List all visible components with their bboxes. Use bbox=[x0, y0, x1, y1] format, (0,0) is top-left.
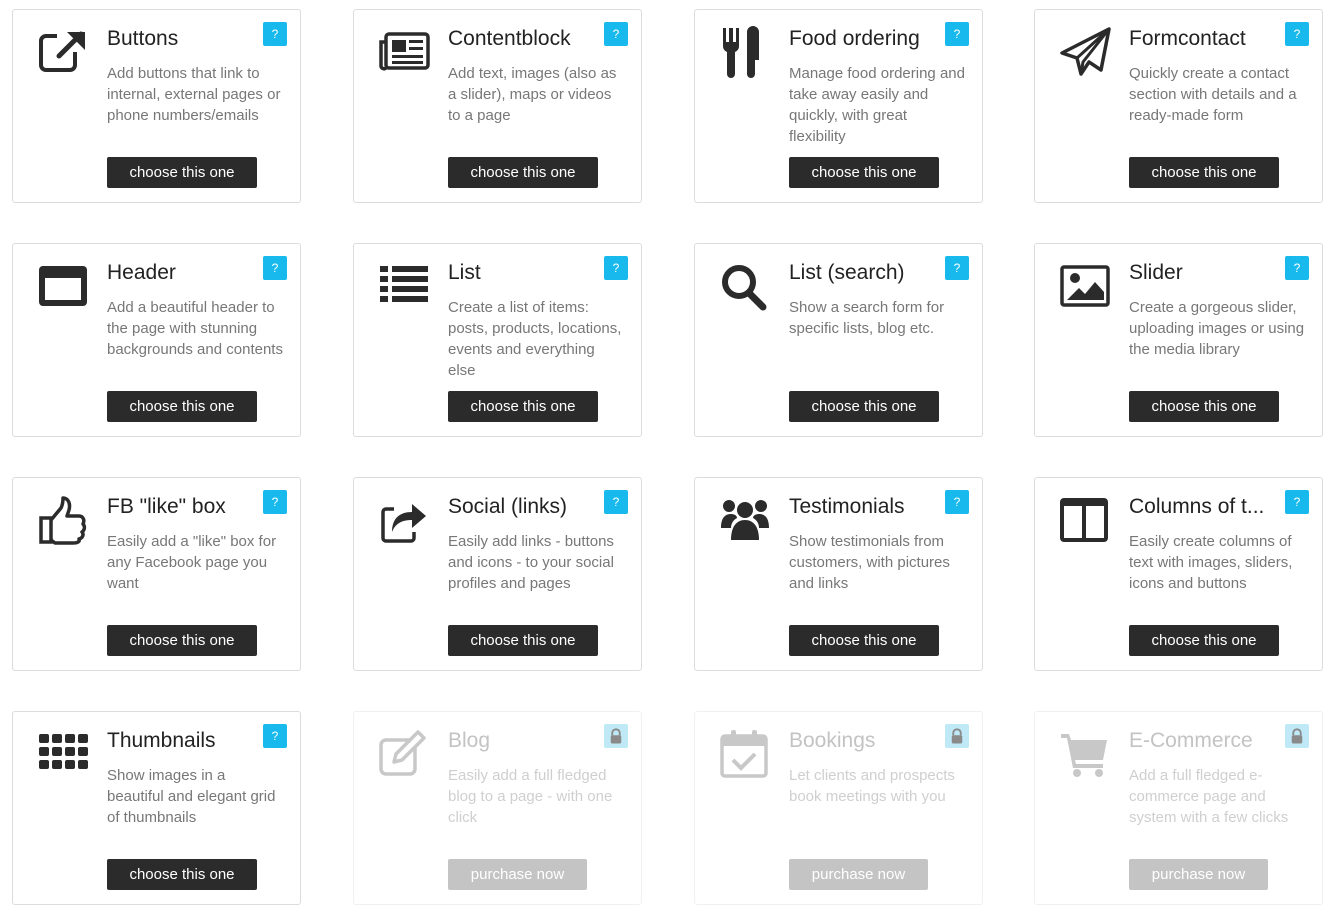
help-button[interactable]: ? bbox=[604, 22, 628, 46]
card-title: Blog bbox=[448, 729, 491, 752]
card-description: Create a gorgeous slider, uploading imag… bbox=[1129, 299, 1305, 358]
choose-button[interactable]: choose this one bbox=[1129, 391, 1279, 422]
choose-button[interactable]: choose this one bbox=[448, 625, 598, 656]
card-description: Add a full fledged e-commerce page and s… bbox=[1129, 767, 1289, 826]
paper-plane-icon bbox=[1059, 26, 1111, 78]
card-title: Social (links) bbox=[448, 495, 568, 518]
choose-button[interactable]: choose this one bbox=[448, 157, 598, 188]
window-icon bbox=[37, 260, 89, 312]
card-description: Add buttons that link to internal, exter… bbox=[107, 65, 281, 124]
module-card-thumbnails: Thumbnails Show images in a beautiful an… bbox=[12, 711, 301, 905]
help-button[interactable]: ? bbox=[263, 256, 287, 280]
edit-icon bbox=[378, 728, 430, 780]
module-card-slider: Slider Create a gorgeous slider, uploadi… bbox=[1034, 243, 1323, 437]
card-title: Formcontact bbox=[1129, 27, 1246, 50]
choose-button[interactable]: choose this one bbox=[1129, 625, 1279, 656]
external-link-icon bbox=[37, 26, 89, 78]
card-title: Thumbnails bbox=[107, 729, 216, 752]
module-card-bookings: Bookings Let clients and prospects book … bbox=[694, 711, 983, 905]
module-card-ecommerce: E-Commerce Add a full fledged e-commerce… bbox=[1034, 711, 1323, 905]
cart-icon bbox=[1059, 728, 1111, 780]
card-description: Quickly create a contact section with de… bbox=[1129, 65, 1297, 124]
help-button[interactable]: ? bbox=[263, 724, 287, 748]
choose-button[interactable]: choose this one bbox=[107, 859, 257, 890]
lock-icon bbox=[1291, 728, 1303, 744]
calendar-check-icon bbox=[719, 728, 771, 780]
module-card-social: Social (links) Easily add links - button… bbox=[353, 477, 642, 671]
share-icon bbox=[378, 494, 430, 546]
card-description: Easily add a "like" box for any Facebook… bbox=[107, 533, 277, 592]
card-title: Columns of t... bbox=[1129, 495, 1265, 518]
lock-badge bbox=[1285, 724, 1309, 748]
users-icon bbox=[719, 494, 771, 546]
module-card-food-ordering: Food ordering Manage food ordering and t… bbox=[694, 9, 983, 203]
card-title: List (search) bbox=[789, 261, 905, 284]
choose-button[interactable]: choose this one bbox=[107, 625, 257, 656]
lock-icon bbox=[951, 728, 963, 744]
card-title: Testimonials bbox=[789, 495, 905, 518]
card-description: Let clients and prospects book meetings … bbox=[789, 767, 955, 805]
help-button[interactable]: ? bbox=[945, 256, 969, 280]
help-button[interactable]: ? bbox=[1285, 490, 1309, 514]
module-card-list: List Create a list of items: posts, prod… bbox=[353, 243, 642, 437]
columns-icon bbox=[1059, 494, 1111, 546]
choose-button[interactable]: choose this one bbox=[789, 391, 939, 422]
purchase-button[interactable]: purchase now bbox=[1129, 859, 1268, 890]
thumbs-up-icon bbox=[37, 494, 89, 546]
module-card-columns: Columns of t... Easily create columns of… bbox=[1034, 477, 1323, 671]
lock-badge bbox=[604, 724, 628, 748]
choose-button[interactable]: choose this one bbox=[789, 625, 939, 656]
help-button[interactable]: ? bbox=[945, 490, 969, 514]
help-button[interactable]: ? bbox=[945, 22, 969, 46]
card-title: Header bbox=[107, 261, 176, 284]
lock-badge bbox=[945, 724, 969, 748]
module-card-buttons: Buttons Add buttons that link to interna… bbox=[12, 9, 301, 203]
card-title: Food ordering bbox=[789, 27, 920, 50]
card-description: Show images in a beautiful and elegant g… bbox=[107, 767, 276, 826]
card-description: Create a list of items: posts, products,… bbox=[448, 299, 622, 379]
card-description: Add a beautiful header to the page with … bbox=[107, 299, 283, 358]
help-button[interactable]: ? bbox=[1285, 256, 1309, 280]
card-title: Contentblock bbox=[448, 27, 571, 50]
card-title: E-Commerce bbox=[1129, 729, 1253, 752]
card-description: Show a search form for specific lists, b… bbox=[789, 299, 945, 337]
module-card-testimonials: Testimonials Show testimonials from cust… bbox=[694, 477, 983, 671]
choose-button[interactable]: choose this one bbox=[448, 391, 598, 422]
card-title: Slider bbox=[1129, 261, 1183, 284]
card-title: Buttons bbox=[107, 27, 179, 50]
module-card-formcontact: Formcontact Quickly create a contact sec… bbox=[1034, 9, 1323, 203]
card-title: Bookings bbox=[789, 729, 876, 752]
module-card-contentblock: Contentblock Add text, images (also as a… bbox=[353, 9, 642, 203]
purchase-button[interactable]: purchase now bbox=[448, 859, 587, 890]
card-description: Easily add a full fledged blog to a page… bbox=[448, 767, 613, 826]
module-card-header: Header Add a beautiful header to the pag… bbox=[12, 243, 301, 437]
card-description: Manage food ordering and take away easil… bbox=[789, 65, 965, 145]
help-button[interactable]: ? bbox=[1285, 22, 1309, 46]
image-icon bbox=[1059, 260, 1111, 312]
module-card-fb-like: FB "like" box Easily add a "like" box fo… bbox=[12, 477, 301, 671]
card-title: FB "like" box bbox=[107, 495, 226, 518]
choose-button[interactable]: choose this one bbox=[107, 157, 257, 188]
help-button[interactable]: ? bbox=[604, 256, 628, 280]
card-description: Add text, images (also as a slider), map… bbox=[448, 65, 617, 124]
search-icon bbox=[719, 260, 771, 312]
card-description: Easily create columns of text with image… bbox=[1129, 533, 1293, 592]
module-card-blog: Blog Easily add a full fledged blog to a… bbox=[353, 711, 642, 905]
choose-button[interactable]: choose this one bbox=[789, 157, 939, 188]
card-title: List bbox=[448, 261, 481, 284]
card-description: Easily add links - buttons and icons - t… bbox=[448, 533, 614, 592]
choose-button[interactable]: choose this one bbox=[107, 391, 257, 422]
cutlery-icon bbox=[719, 26, 771, 78]
choose-button[interactable]: choose this one bbox=[1129, 157, 1279, 188]
purchase-button[interactable]: purchase now bbox=[789, 859, 928, 890]
grid-icon bbox=[37, 728, 89, 780]
help-button[interactable]: ? bbox=[263, 490, 287, 514]
lock-icon bbox=[610, 728, 622, 744]
newspaper-icon bbox=[378, 26, 430, 78]
help-button[interactable]: ? bbox=[604, 490, 628, 514]
list-icon bbox=[378, 260, 430, 312]
card-description: Show testimonials from customers, with p… bbox=[789, 533, 950, 592]
help-button[interactable]: ? bbox=[263, 22, 287, 46]
module-card-list-search: List (search) Show a search form for spe… bbox=[694, 243, 983, 437]
